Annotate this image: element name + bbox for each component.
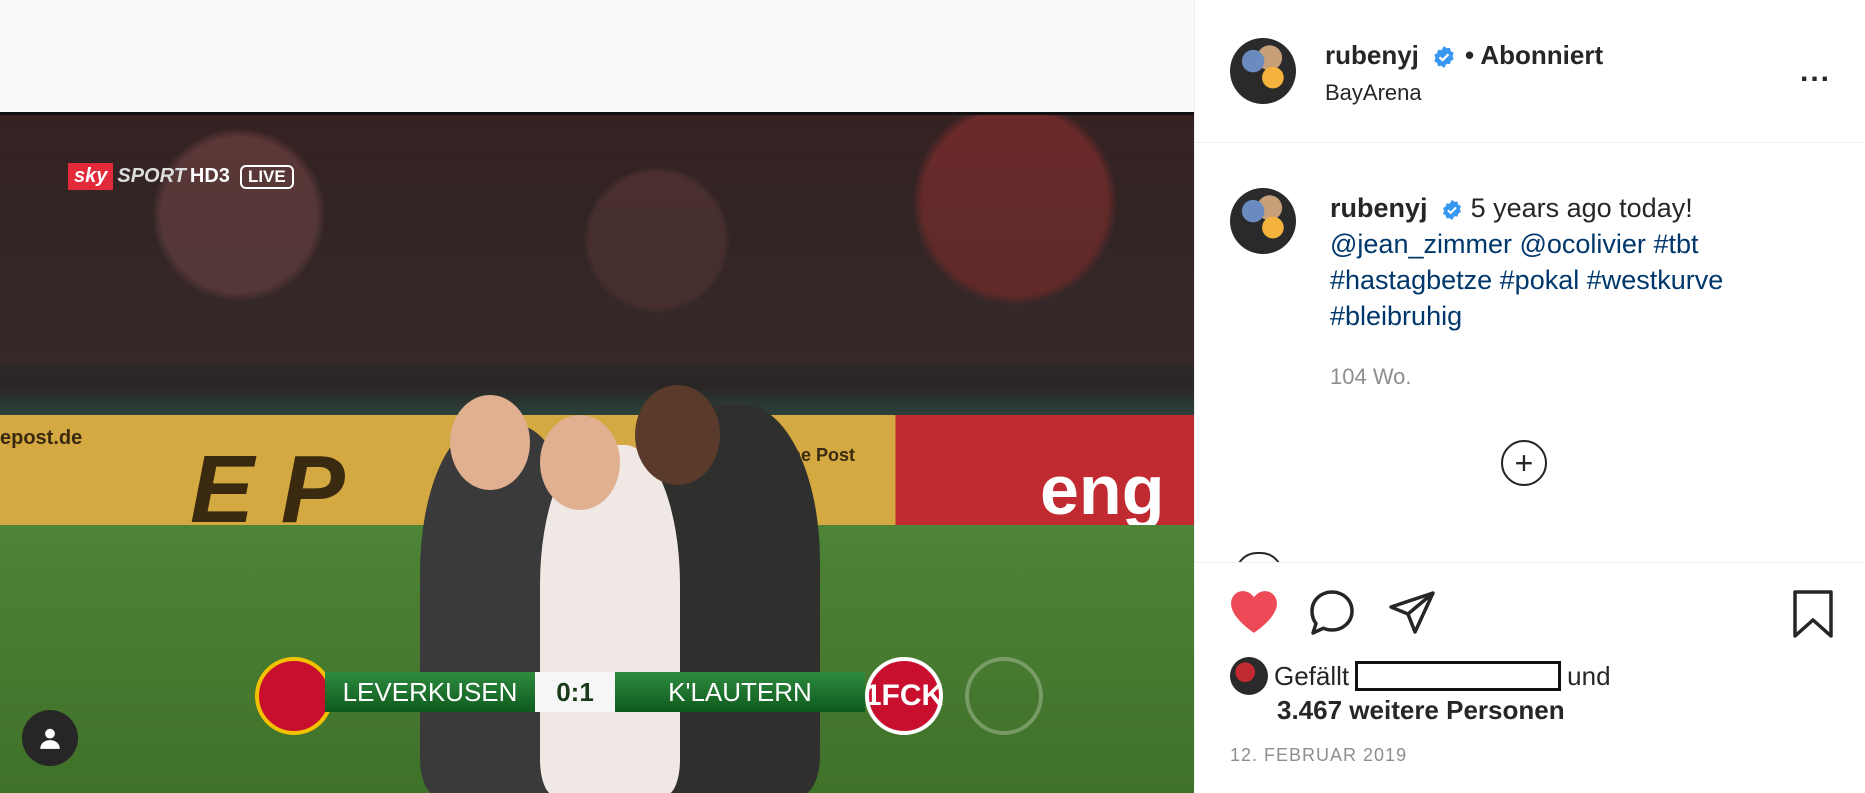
tagged-people-button[interactable] <box>22 710 78 766</box>
more-options-icon[interactable]: ... <box>1800 55 1831 89</box>
live-label: LIVE <box>239 164 294 189</box>
likes-count[interactable]: 3.467 weitere Personen <box>1277 695 1565 726</box>
home-team: LEVERKUSEN <box>342 676 518 707</box>
author-username-text[interactable]: rubenyj <box>1325 40 1419 70</box>
comment-button[interactable] <box>1307 589 1357 642</box>
caption-time-ago[interactable]: 104 Wo. <box>1330 364 1412 390</box>
sport-label: SPORT <box>117 165 186 187</box>
post-media[interactable]: epost.de E P he Post eng sky SPORT HD3 L… <box>0 112 1194 793</box>
author-avatar[interactable] <box>1230 38 1296 104</box>
verified-badge-icon <box>1434 46 1454 69</box>
hashtag-link[interactable]: #westkurve <box>1587 265 1724 295</box>
mention-link[interactable]: @ocolivier <box>1519 229 1645 259</box>
share-icon <box>1389 591 1435 634</box>
author-username[interactable]: rubenyj <box>1325 40 1456 71</box>
likes-and: und <box>1567 660 1611 691</box>
likes-prefix: Gefällt <box>1274 660 1350 691</box>
add-comment-icon[interactable]: + <box>1501 440 1547 486</box>
hashtag-link[interactable]: #hastagbetze <box>1330 265 1492 295</box>
liker-avatar[interactable] <box>1230 657 1268 695</box>
person-icon <box>40 728 60 749</box>
score-strip: LEVERKUSEN 0:1 K'LAUTERN <box>325 672 865 712</box>
caption-username[interactable]: rubenyj <box>1330 193 1428 223</box>
post-sidebar: rubenyj • Abonniert BayArena ... rubenyj… <box>1194 0 1865 790</box>
post-date[interactable]: 12. FEBRUAR 2019 <box>1230 745 1407 766</box>
redacted-username <box>1355 661 1562 691</box>
players <box>420 285 820 793</box>
comment-icon <box>1310 590 1354 635</box>
fck-crest-icon: 1FCK <box>865 657 943 735</box>
ad-eng-logo: eng <box>1040 451 1165 529</box>
broadcaster-badge: sky SPORT HD3 LIVE <box>68 163 294 190</box>
caption-avatar[interactable] <box>1230 188 1296 254</box>
player-left-head <box>450 395 530 490</box>
ad-post-url: epost.de <box>0 427 83 449</box>
like-button[interactable] <box>1229 589 1279 640</box>
post-location[interactable]: BayArena <box>1325 80 1422 106</box>
dfb-crest-icon <box>965 657 1043 735</box>
post-header: rubenyj • Abonniert BayArena ... <box>1195 0 1865 143</box>
sky-logo: sky <box>68 163 114 190</box>
player-center-head <box>540 415 620 510</box>
verified-badge-icon <box>1443 199 1462 220</box>
bookmark-icon <box>1793 590 1833 638</box>
hashtag-link[interactable]: #bleibruhig <box>1330 301 1462 331</box>
next-comment-avatar <box>1235 552 1283 562</box>
post-actions: Gefällt und 3.467 weitere Personen 12. F… <box>1195 562 1865 791</box>
share-button[interactable] <box>1387 589 1437 642</box>
likes-line: Gefällt und <box>1230 657 1611 695</box>
hashtag-link[interactable]: #tbt <box>1653 229 1698 259</box>
save-button[interactable] <box>1791 589 1835 644</box>
score: 0:1 <box>535 672 615 712</box>
scoreboard: LEVERKUSEN 0:1 K'LAUTERN 1FCK <box>255 657 1043 735</box>
media-pane: epost.de E P he Post eng sky SPORT HD3 L… <box>0 0 1194 793</box>
caption: rubenyj 5 years ago today! @jean_zimmer … <box>1330 190 1830 334</box>
player-right-head <box>635 385 720 485</box>
hashtag-link[interactable]: #pokal <box>1500 265 1580 295</box>
leverkusen-crest-icon <box>255 657 333 735</box>
away-team: K'LAUTERN <box>668 676 812 707</box>
heart-icon <box>1231 591 1277 633</box>
follow-status[interactable]: • Abonniert <box>1465 40 1603 71</box>
caption-text: 5 years ago today! <box>1470 193 1693 223</box>
hd-label: HD3 <box>189 165 230 187</box>
mention-link[interactable]: @jean_zimmer <box>1330 229 1512 259</box>
comments-section: rubenyj 5 years ago today! @jean_zimmer … <box>1195 142 1865 562</box>
